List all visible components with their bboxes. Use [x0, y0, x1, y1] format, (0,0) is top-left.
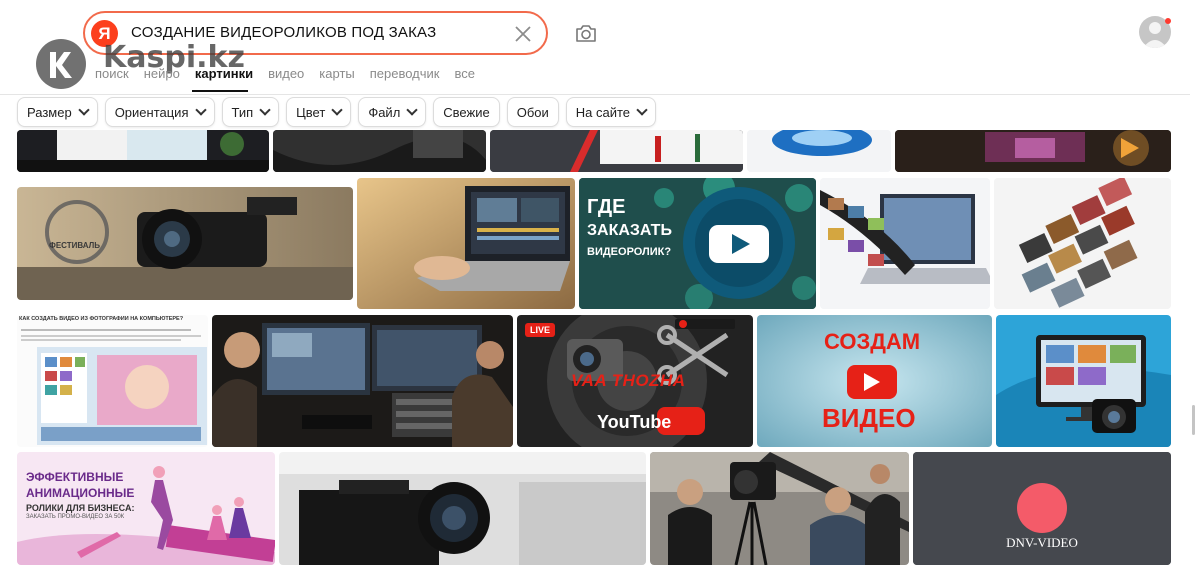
kaspi-logo-icon: [36, 39, 86, 89]
image-result[interactable]: ФЕСТИВАЛЬ: [17, 187, 353, 300]
image-thumbnail: [650, 452, 909, 565]
image-thumbnail: [17, 130, 269, 172]
filter-type[interactable]: Тип: [221, 97, 280, 127]
filter-label: Ориентация: [114, 104, 189, 120]
tab-all[interactable]: все: [455, 66, 476, 81]
image-result[interactable]: СОЗДАМ ВИДЕО: [757, 315, 992, 447]
filter-fresh[interactable]: Свежие: [433, 97, 500, 127]
image-overlay-text: VAA THOZHA: [571, 371, 686, 390]
image-result[interactable]: [490, 130, 743, 172]
image-overlay-text: СОЗДАМ: [824, 329, 921, 354]
image-overlay-text: КАК СОЗДАТЬ ВИДЕО ИЗ ФОТОГРАФИЙ НА КОМПЬ…: [19, 316, 184, 322]
close-icon[interactable]: [513, 24, 533, 44]
filter-orientation[interactable]: Ориентация: [104, 97, 215, 127]
image-result[interactable]: LIVE VAA THOZHA YouTube: [517, 315, 753, 447]
image-result[interactable]: [650, 452, 909, 565]
image-thumbnail: [994, 178, 1171, 309]
image-thumbnail: [747, 130, 891, 172]
image-thumbnail: [17, 315, 208, 447]
image-thumbnail: [279, 452, 646, 565]
image-result[interactable]: [357, 178, 575, 309]
image-overlay-text: ВИДЕОРОЛИК?: [587, 246, 672, 258]
filter-on-site[interactable]: На сайте: [565, 97, 657, 127]
chevron-down-icon: [259, 104, 271, 116]
image-overlay-text: ЗАКАЗАТЬ ПРОМО-ВИДЕО ЗА 50К: [26, 514, 125, 520]
filter-color[interactable]: Цвет: [286, 97, 352, 127]
kaspi-watermark: Kaspi.kz: [35, 38, 265, 90]
tab-images[interactable]: картинки: [195, 66, 253, 81]
image-overlay-text: DNV-VIDEO: [1006, 535, 1078, 550]
tab-search[interactable]: поиск: [95, 66, 129, 81]
image-result[interactable]: [895, 130, 1171, 172]
image-result[interactable]: [747, 130, 891, 172]
tab-maps[interactable]: карты: [319, 66, 354, 81]
filter-label: Файл: [368, 104, 401, 120]
chevron-down-icon: [636, 104, 648, 116]
image-thumbnail: [273, 130, 486, 172]
image-result[interactable]: DNV-VIDEO: [913, 452, 1171, 565]
filter-file[interactable]: Файл: [358, 97, 427, 127]
image-overlay-text: ЗАКАЗАТЬ: [587, 222, 672, 239]
image-thumbnail: [357, 178, 575, 309]
filter-wallpapers[interactable]: Обои: [506, 97, 559, 127]
image-overlay-text: ЭФФЕКТИВНЫЕ: [26, 470, 124, 484]
image-overlay-text: АНИМАЦИОННЫЕ: [26, 486, 135, 500]
image-result[interactable]: [996, 315, 1171, 447]
image-thumbnail: [820, 178, 990, 309]
image-result[interactable]: [820, 178, 990, 309]
image-overlay-text: ВИДЕО: [822, 403, 916, 433]
image-thumbnail: [895, 130, 1171, 172]
image-overlay-text: ФЕСТИВАЛЬ: [49, 241, 100, 250]
page-scrollbar[interactable]: [1192, 405, 1195, 435]
chevron-down-icon: [406, 104, 418, 116]
image-overlay-text: ГДЕ: [587, 196, 626, 218]
image-result[interactable]: [17, 130, 269, 172]
notification-dot: [1165, 18, 1171, 24]
service-tabs: поиск нейро картинки видео карты перевод…: [95, 66, 490, 81]
image-result[interactable]: ЭФФЕКТИВНЫЕ АНИМАЦИОННЫЕ РОЛИКИ ДЛЯ БИЗН…: [17, 452, 275, 565]
image-thumbnail: [212, 315, 513, 447]
image-overlay-text: РОЛИКИ ДЛЯ БИЗНЕСА:: [26, 503, 135, 513]
filter-label: На сайте: [575, 104, 631, 120]
header-divider: [0, 94, 1190, 95]
tab-video[interactable]: видео: [268, 66, 304, 81]
active-tab-indicator: [192, 90, 248, 92]
image-result[interactable]: [279, 452, 646, 565]
image-result[interactable]: ГДЕ ЗАКАЗАТЬ ВИДЕОРОЛИК?: [579, 178, 816, 309]
chevron-down-icon: [194, 104, 207, 116]
filter-label: Размер: [27, 104, 72, 120]
image-result[interactable]: [273, 130, 486, 172]
image-result[interactable]: [212, 315, 513, 447]
camera-icon[interactable]: [575, 23, 597, 43]
filter-label: Обои: [516, 104, 549, 120]
image-thumbnail: [490, 130, 743, 172]
filter-bar: Размер Ориентация Тип Цвет Файл Свежие О…: [17, 97, 663, 127]
chevron-down-icon: [331, 104, 343, 116]
filter-size[interactable]: Размер: [17, 97, 98, 127]
chevron-down-icon: [78, 104, 90, 116]
tab-neuro[interactable]: нейро: [144, 66, 180, 81]
filter-label: Тип: [231, 104, 254, 120]
image-overlay-text: LIVE: [530, 325, 551, 335]
image-result[interactable]: [994, 178, 1171, 309]
image-overlay-text: YouTube: [597, 412, 672, 432]
image-thumbnail: [996, 315, 1171, 447]
filter-label: Цвет: [296, 104, 326, 120]
image-result[interactable]: КАК СОЗДАТЬ ВИДЕО ИЗ ФОТОГРАФИЙ НА КОМПЬ…: [17, 315, 208, 447]
tab-translator[interactable]: переводчик: [370, 66, 440, 81]
filter-label: Свежие: [443, 104, 490, 120]
